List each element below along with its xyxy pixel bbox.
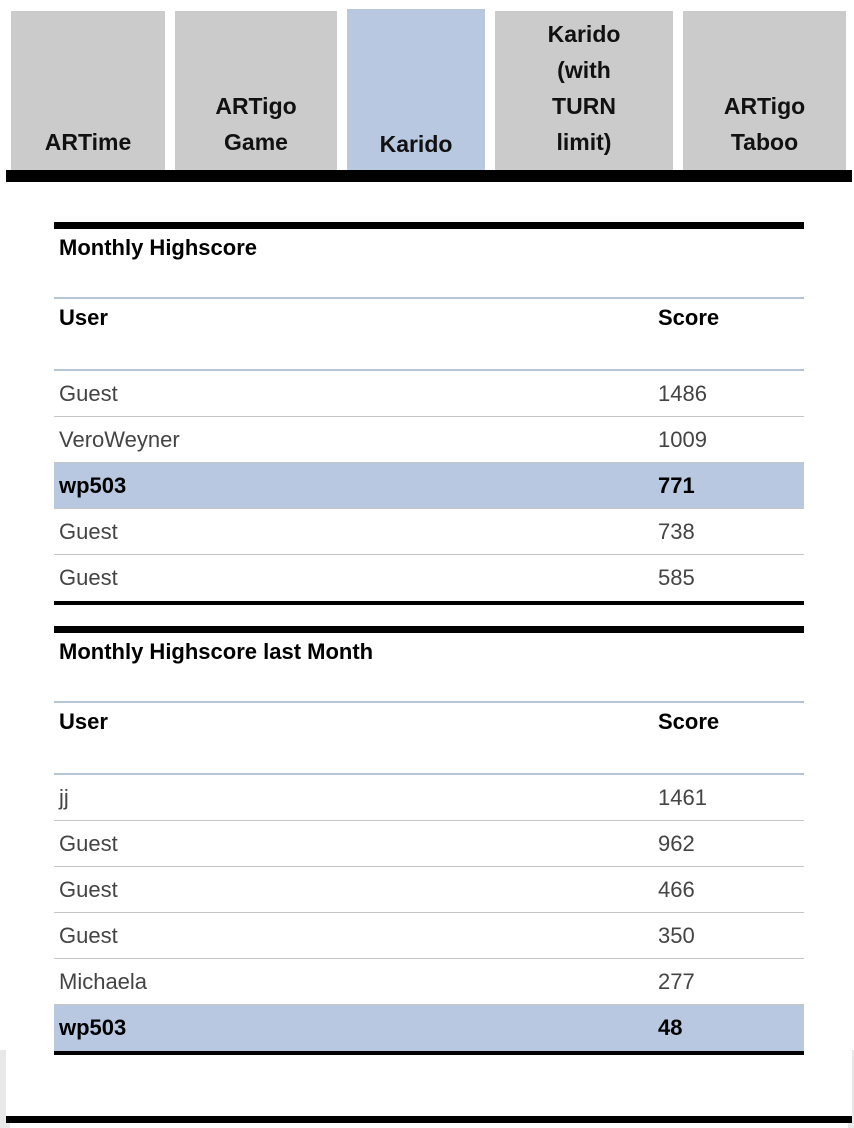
user-cell: Guest: [59, 519, 118, 544]
table-row: Guest 466: [54, 867, 804, 913]
score-cell: 771: [658, 473, 695, 498]
table-row: VeroWeyner 1009: [54, 417, 804, 463]
user-cell: jj: [59, 785, 69, 810]
user-cell: Michaela: [59, 969, 148, 994]
game-tabs: ARTime ARTigo Game Karido Karido (with T…: [0, 0, 854, 170]
table-title: Monthly Highscore: [54, 229, 804, 299]
table-top-rule: [54, 626, 804, 633]
table-row: Guest 585: [54, 555, 804, 601]
table-row: Guest 738: [54, 509, 804, 555]
score-cell: 962: [658, 831, 695, 856]
tab-label: ARTime: [44, 129, 132, 155]
table-title: Monthly Highscore last Month: [54, 633, 804, 703]
score-cell: 48: [658, 1015, 683, 1040]
table-row: Guest 350: [54, 913, 804, 959]
tab-karido-turn-limit[interactable]: Karido (with TURN limit): [495, 11, 673, 170]
user-cell: Guest: [59, 923, 118, 948]
tab-label: Karido: [379, 131, 453, 157]
table-row: Michaela 277: [54, 959, 804, 1005]
user-cell: Guest: [59, 565, 118, 590]
table-top-rule: [54, 222, 804, 229]
table-bottom-rule: [54, 601, 804, 605]
score-cell: 1486: [658, 381, 707, 406]
table-row: Guest 962: [54, 821, 804, 867]
tab-label: ARTigo Taboo: [723, 93, 806, 155]
table-row: jj 1461: [54, 775, 804, 821]
column-header-score: Score: [658, 305, 720, 330]
user-cell: Guest: [59, 381, 118, 406]
column-header-user: User: [59, 709, 108, 734]
table-row-current-user: wp503 48: [54, 1005, 804, 1051]
tab-karido[interactable]: Karido: [347, 9, 485, 170]
tab-artigo-game[interactable]: ARTigo Game: [175, 11, 337, 170]
column-header-user: User: [59, 305, 108, 330]
table-header: User Score: [54, 703, 804, 775]
column-header-score: Score: [658, 709, 720, 734]
score-cell: 1461: [658, 785, 707, 810]
score-cell: 350: [658, 923, 695, 948]
tab-bar-divider: [6, 170, 852, 182]
last-month-highscore-table: Monthly Highscore last Month User Score …: [54, 626, 804, 1055]
table-row-current-user: wp503 771: [54, 463, 804, 509]
panel-bottom-rule: [6, 1116, 852, 1123]
table-bottom-rule: [54, 1051, 804, 1055]
tab-artigo-taboo[interactable]: ARTigo Taboo: [683, 11, 846, 170]
score-cell: 738: [658, 519, 695, 544]
tab-label: Karido (with TURN limit): [547, 21, 621, 155]
user-cell: wp503: [59, 473, 127, 498]
user-cell: wp503: [59, 1015, 127, 1040]
user-cell: Guest: [59, 831, 118, 856]
score-cell: 585: [658, 565, 695, 590]
table-row: Guest 1486: [54, 371, 804, 417]
score-cell: 466: [658, 877, 695, 902]
tab-label: ARTigo Game: [215, 93, 297, 155]
score-cell: 277: [658, 969, 695, 994]
monthly-highscore-table: Monthly Highscore User Score Guest 1486 …: [54, 222, 804, 605]
user-cell: Guest: [59, 877, 118, 902]
user-cell: VeroWeyner: [59, 427, 180, 452]
tab-artime[interactable]: ARTime: [11, 11, 165, 170]
table-header: User Score: [54, 299, 804, 371]
score-cell: 1009: [658, 427, 707, 452]
